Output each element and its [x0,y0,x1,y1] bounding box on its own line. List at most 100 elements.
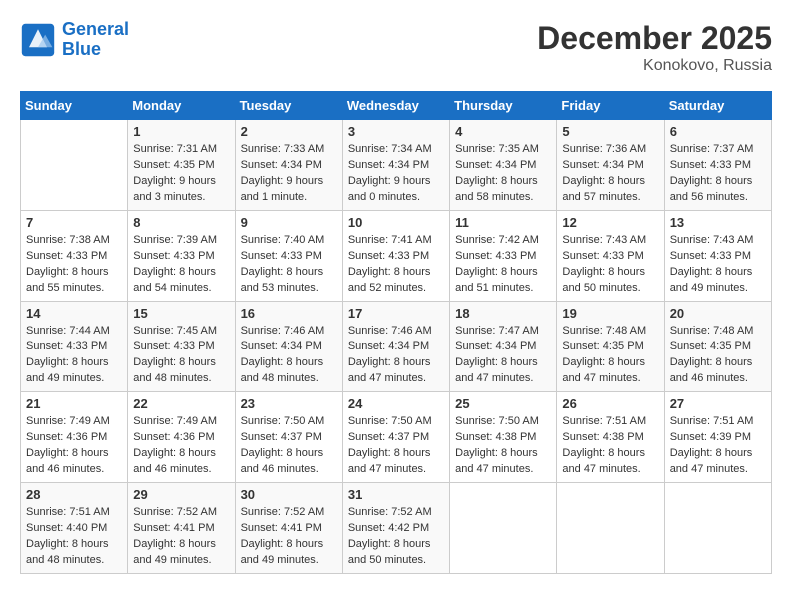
day-number: 22 [133,396,229,411]
calendar-cell: 7 Sunrise: 7:38 AM Sunset: 4:33 PM Dayli… [21,210,128,301]
day-number: 24 [348,396,444,411]
day-number: 31 [348,487,444,502]
sunset-text: Sunset: 4:33 PM [26,249,122,265]
day-number: 21 [26,396,122,411]
day-number: 3 [348,124,444,139]
daylight-text: Daylight: 8 hours and 57 minutes. [562,174,658,206]
sunrise-text: Sunrise: 7:52 AM [133,505,229,521]
sunrise-text: Sunrise: 7:46 AM [348,324,444,340]
sunrise-text: Sunrise: 7:37 AM [670,142,766,158]
weekday-header-row: SundayMondayTuesdayWednesdayThursdayFrid… [21,92,772,120]
day-number: 15 [133,306,229,321]
calendar-cell: 2 Sunrise: 7:33 AM Sunset: 4:34 PM Dayli… [235,120,342,211]
calendar-cell: 16 Sunrise: 7:46 AM Sunset: 4:34 PM Dayl… [235,301,342,392]
sunrise-text: Sunrise: 7:44 AM [26,324,122,340]
daylight-text: Daylight: 8 hours and 49 minutes. [670,265,766,297]
day-number: 11 [455,215,551,230]
sunset-text: Sunset: 4:34 PM [562,158,658,174]
sunrise-text: Sunrise: 7:50 AM [348,414,444,430]
sunset-text: Sunset: 4:34 PM [241,339,337,355]
day-info: Sunrise: 7:48 AM Sunset: 4:35 PM Dayligh… [670,324,766,388]
day-number: 26 [562,396,658,411]
day-info: Sunrise: 7:47 AM Sunset: 4:34 PM Dayligh… [455,324,551,388]
sunrise-text: Sunrise: 7:31 AM [133,142,229,158]
sunset-text: Sunset: 4:33 PM [562,249,658,265]
sunset-text: Sunset: 4:35 PM [133,158,229,174]
logo-line1: General [62,19,129,39]
calendar-cell: 5 Sunrise: 7:36 AM Sunset: 4:34 PM Dayli… [557,120,664,211]
weekday-header-cell: Tuesday [235,92,342,120]
calendar-week-row: 21 Sunrise: 7:49 AM Sunset: 4:36 PM Dayl… [21,392,772,483]
sunrise-text: Sunrise: 7:38 AM [26,233,122,249]
sunset-text: Sunset: 4:42 PM [348,521,444,537]
calendar-cell: 14 Sunrise: 7:44 AM Sunset: 4:33 PM Dayl… [21,301,128,392]
sunset-text: Sunset: 4:34 PM [348,158,444,174]
calendar-cell: 28 Sunrise: 7:51 AM Sunset: 4:40 PM Dayl… [21,483,128,574]
daylight-text: Daylight: 8 hours and 47 minutes. [348,355,444,387]
day-number: 27 [670,396,766,411]
day-info: Sunrise: 7:49 AM Sunset: 4:36 PM Dayligh… [133,414,229,478]
sunset-text: Sunset: 4:33 PM [670,158,766,174]
sunrise-text: Sunrise: 7:49 AM [26,414,122,430]
calendar-cell: 19 Sunrise: 7:48 AM Sunset: 4:35 PM Dayl… [557,301,664,392]
daylight-text: Daylight: 8 hours and 47 minutes. [562,355,658,387]
calendar-cell: 24 Sunrise: 7:50 AM Sunset: 4:37 PM Dayl… [342,392,449,483]
sunset-text: Sunset: 4:36 PM [26,430,122,446]
calendar-cell: 20 Sunrise: 7:48 AM Sunset: 4:35 PM Dayl… [664,301,771,392]
weekday-header-cell: Thursday [450,92,557,120]
sunset-text: Sunset: 4:33 PM [26,339,122,355]
day-number: 23 [241,396,337,411]
daylight-text: Daylight: 8 hours and 49 minutes. [241,537,337,569]
sunrise-text: Sunrise: 7:51 AM [26,505,122,521]
calendar-cell: 17 Sunrise: 7:46 AM Sunset: 4:34 PM Dayl… [342,301,449,392]
logo-line2: Blue [62,39,101,59]
day-number: 25 [455,396,551,411]
daylight-text: Daylight: 8 hours and 56 minutes. [670,174,766,206]
daylight-text: Daylight: 8 hours and 47 minutes. [455,355,551,387]
day-info: Sunrise: 7:51 AM Sunset: 4:40 PM Dayligh… [26,505,122,569]
daylight-text: Daylight: 8 hours and 47 minutes. [562,446,658,478]
calendar-cell: 13 Sunrise: 7:43 AM Sunset: 4:33 PM Dayl… [664,210,771,301]
sunrise-text: Sunrise: 7:43 AM [562,233,658,249]
sunrise-text: Sunrise: 7:45 AM [133,324,229,340]
sunset-text: Sunset: 4:35 PM [562,339,658,355]
calendar-cell: 23 Sunrise: 7:50 AM Sunset: 4:37 PM Dayl… [235,392,342,483]
sunrise-text: Sunrise: 7:47 AM [455,324,551,340]
daylight-text: Daylight: 8 hours and 52 minutes. [348,265,444,297]
day-number: 28 [26,487,122,502]
daylight-text: Daylight: 8 hours and 47 minutes. [455,446,551,478]
day-number: 16 [241,306,337,321]
sunset-text: Sunset: 4:36 PM [133,430,229,446]
day-info: Sunrise: 7:43 AM Sunset: 4:33 PM Dayligh… [670,233,766,297]
sunrise-text: Sunrise: 7:51 AM [562,414,658,430]
day-info: Sunrise: 7:42 AM Sunset: 4:33 PM Dayligh… [455,233,551,297]
sunrise-text: Sunrise: 7:41 AM [348,233,444,249]
day-info: Sunrise: 7:44 AM Sunset: 4:33 PM Dayligh… [26,324,122,388]
calendar-cell: 3 Sunrise: 7:34 AM Sunset: 4:34 PM Dayli… [342,120,449,211]
daylight-text: Daylight: 8 hours and 54 minutes. [133,265,229,297]
calendar-subtitle: Konokovo, Russia [537,57,772,75]
daylight-text: Daylight: 8 hours and 49 minutes. [26,355,122,387]
calendar-table: SundayMondayTuesdayWednesdayThursdayFrid… [20,91,772,574]
sunset-text: Sunset: 4:38 PM [562,430,658,446]
daylight-text: Daylight: 8 hours and 50 minutes. [562,265,658,297]
day-number: 14 [26,306,122,321]
sunrise-text: Sunrise: 7:48 AM [562,324,658,340]
sunset-text: Sunset: 4:33 PM [241,249,337,265]
day-info: Sunrise: 7:31 AM Sunset: 4:35 PM Dayligh… [133,142,229,206]
calendar-cell: 27 Sunrise: 7:51 AM Sunset: 4:39 PM Dayl… [664,392,771,483]
sunset-text: Sunset: 4:34 PM [455,339,551,355]
day-info: Sunrise: 7:48 AM Sunset: 4:35 PM Dayligh… [562,324,658,388]
sunrise-text: Sunrise: 7:34 AM [348,142,444,158]
calendar-week-row: 7 Sunrise: 7:38 AM Sunset: 4:33 PM Dayli… [21,210,772,301]
day-info: Sunrise: 7:52 AM Sunset: 4:42 PM Dayligh… [348,505,444,569]
calendar-title: December 2025 [537,20,772,57]
logo-icon [20,22,56,58]
day-info: Sunrise: 7:41 AM Sunset: 4:33 PM Dayligh… [348,233,444,297]
sunset-text: Sunset: 4:33 PM [133,249,229,265]
calendar-cell [21,120,128,211]
calendar-cell: 6 Sunrise: 7:37 AM Sunset: 4:33 PM Dayli… [664,120,771,211]
calendar-cell: 15 Sunrise: 7:45 AM Sunset: 4:33 PM Dayl… [128,301,235,392]
day-number: 10 [348,215,444,230]
sunset-text: Sunset: 4:33 PM [133,339,229,355]
